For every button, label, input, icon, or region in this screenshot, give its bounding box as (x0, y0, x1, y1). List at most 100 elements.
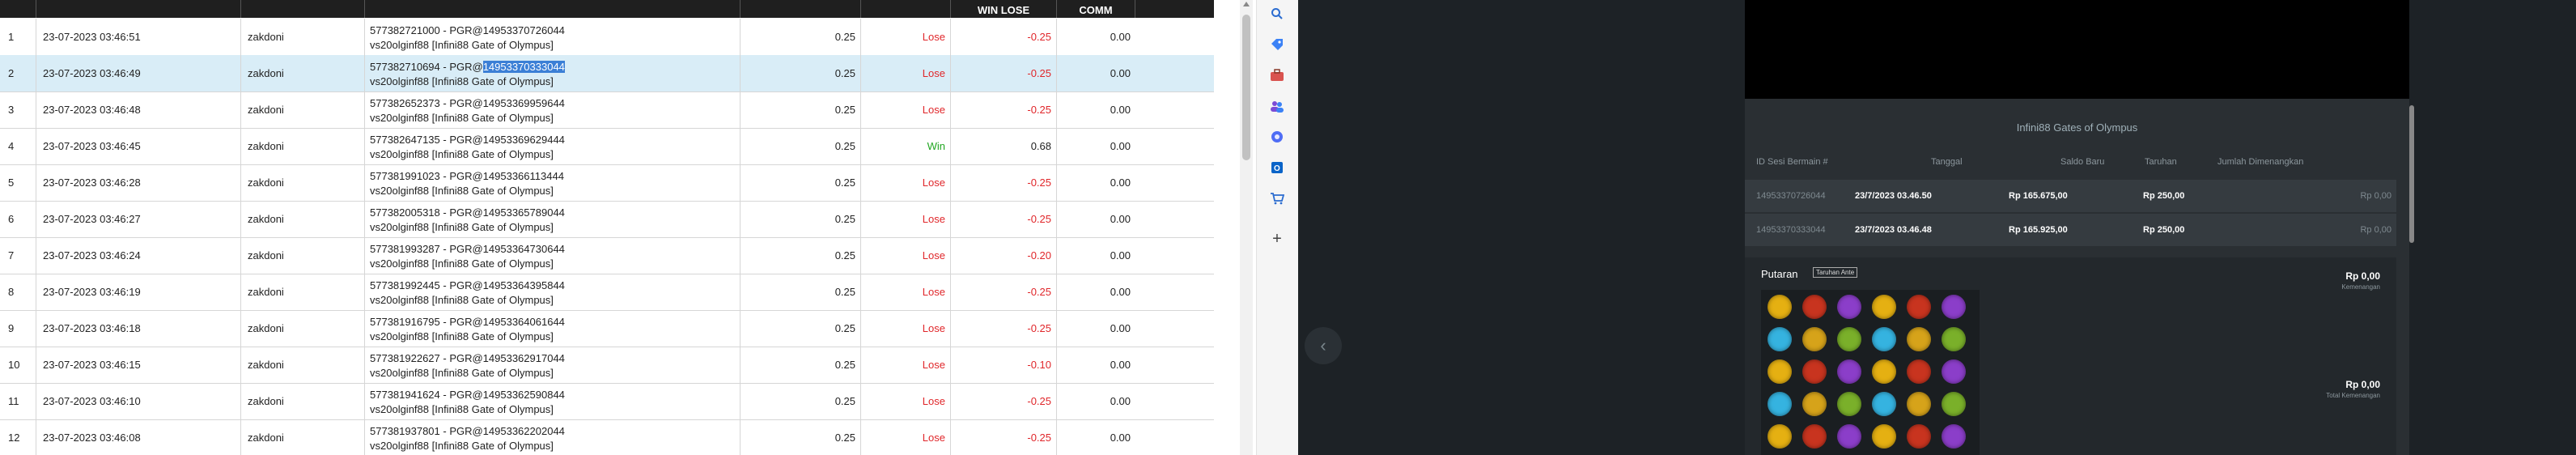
briefcase-icon[interactable] (1268, 66, 1286, 84)
total-win-amount: Rp 0,00 (2345, 379, 2380, 390)
bet-amount: 0.25 (741, 383, 861, 419)
bet-date: 23-07-2023 03:46:15 (36, 347, 241, 383)
scroll-thumb[interactable] (1242, 15, 1250, 160)
bet-result: Lose (861, 91, 951, 128)
reel-symbol (1907, 424, 1931, 449)
session-date: 23/7/2023 03.46.48 (1855, 225, 1932, 235)
session-row[interactable]: 14953370333044 23/7/2023 03.46.48 Rp 165… (1745, 214, 2396, 246)
game-name: vs20olginf88 [Infini88 Gate of Olympus] (370, 221, 554, 233)
people-icon[interactable] (1268, 97, 1286, 115)
table-row[interactable]: 4 23-07-2023 03:46:45 zakdoni 577382647135 … (0, 128, 1214, 165)
panel-scrollbar[interactable] (2409, 105, 2414, 243)
puzzle-icon[interactable] (1268, 128, 1286, 146)
win-lose-value: -0.25 (951, 201, 1057, 237)
table-row[interactable]: 1 23-07-2023 03:46:51 zakdoni 577382721000 … (0, 19, 1214, 56)
round-label: Putaran (1761, 268, 1798, 280)
chevron-left-icon[interactable]: ‹ (1305, 327, 1342, 364)
table-row[interactable]: 2 23-07-2023 03:46:49 zakdoni 577382710694 … (0, 55, 1214, 92)
reel-grid (1761, 290, 1980, 455)
reel-symbol (1837, 359, 1861, 384)
bet-description: 577381937801 - PGR@14953362202044 vs20olg… (365, 419, 741, 455)
win-lose-value: -0.25 (951, 310, 1057, 347)
bet-result: Lose (861, 19, 951, 55)
bet-description: 577382652373 - PGR@14953369959644 vs20olg… (365, 91, 741, 128)
win-lose-value: -0.20 (951, 237, 1057, 274)
game-name: vs20olginf88 [Infini88 Gate of Olympus] (370, 75, 554, 87)
reel-symbol (1907, 295, 1931, 319)
search-icon[interactable] (1268, 5, 1286, 23)
commission-value: 0.00 (1110, 104, 1131, 116)
game-name: vs20olginf88 [Infini88 Gate of Olympus] (370, 330, 554, 342)
win-amount: Rp 0,00 (2345, 270, 2380, 282)
table-scrollbar[interactable] (1240, 0, 1253, 455)
table-row[interactable]: 7 23-07-2023 03:46:24 zakdoni 577381993287 … (0, 237, 1214, 274)
win-lose-value: -0.25 (951, 274, 1057, 310)
table-row[interactable]: 8 23-07-2023 03:46:19 zakdoni 577381992445 … (0, 274, 1214, 311)
bet-date: 23-07-2023 03:46:19 (36, 274, 241, 310)
selected-text: 14953370333044 (482, 61, 565, 73)
transaction-id: 577381991023 - PGR@14953366113444 (370, 170, 564, 182)
col-balance: Saldo Baru (2060, 157, 2105, 167)
session-row[interactable]: 14953370726044 23/7/2023 03.46.50 Rp 165… (1745, 180, 2396, 212)
username: zakdoni (241, 201, 365, 237)
win-lose-value: -0.25 (951, 383, 1057, 419)
outlook-icon[interactable]: O (1268, 159, 1286, 176)
username: zakdoni (241, 91, 365, 128)
row-number: 8 (0, 274, 36, 310)
game-name: vs20olginf88 [Infini88 Gate of Olympus] (370, 39, 554, 51)
reel-symbol (1768, 359, 1792, 384)
transaction-id: 577381922627 - PGR@14953362917044 (370, 352, 565, 364)
game-name: vs20olginf88 [Infini88 Gate of Olympus] (370, 403, 554, 415)
reel-symbol (1942, 327, 1966, 351)
table-row[interactable]: 11 23-07-2023 03:46:10 zakdoni 577381941624… (0, 383, 1214, 420)
reel-symbol (1768, 327, 1792, 351)
reel-symbol (1872, 392, 1896, 416)
game-history-panel: Infini88 Gates of Olympus ID Sesi Bermai… (1745, 99, 2409, 455)
table-row[interactable]: 6 23-07-2023 03:46:27 zakdoni 577382005318 … (0, 201, 1214, 238)
bet-amount: 0.25 (741, 347, 861, 383)
table-row[interactable]: 9 23-07-2023 03:46:18 zakdoni 577381916795 … (0, 310, 1214, 347)
game-replay-viewer: ‹ Infini88 Gates of Olympus ID Sesi Berm… (1298, 0, 2576, 455)
plus-icon[interactable]: + (1268, 230, 1286, 248)
table-row[interactable]: 5 23-07-2023 03:46:28 zakdoni 577381991023 … (0, 164, 1214, 202)
video-area (1745, 0, 2409, 99)
header-win-lose: WIN LOSE (951, 0, 1057, 18)
reel-symbol (1837, 327, 1861, 351)
commission-value: 0.00 (1110, 31, 1131, 43)
username: zakdoni (241, 310, 365, 347)
table-row[interactable]: 12 23-07-2023 03:46:08 zakdoni 577381937801… (0, 419, 1214, 455)
round-detail: Putaran Taruhan Ante Rp 0,00 Kemenangan … (1745, 257, 2396, 455)
cart-icon[interactable] (1268, 189, 1286, 207)
username: zakdoni (241, 164, 365, 201)
session-id: 14953370726044 (1756, 191, 1826, 201)
table-row[interactable]: 10 23-07-2023 03:46:15 zakdoni 577381922627… (0, 347, 1214, 384)
commission-value: 0.00 (1110, 249, 1131, 262)
row-number: 2 (0, 55, 36, 91)
bet-description: 577382647135 - PGR@14953369629444 vs20olg… (365, 128, 741, 164)
bet-date: 23-07-2023 03:46:10 (36, 383, 241, 419)
table-row[interactable]: 3 23-07-2023 03:46:48 zakdoni 577382652373 … (0, 91, 1214, 129)
reel-symbol (1907, 392, 1931, 416)
reel-symbol (1837, 295, 1861, 319)
row-number: 1 (0, 19, 36, 55)
reel-symbol (1837, 424, 1861, 449)
transaction-id: 577382710694 - PGR@ (370, 61, 483, 73)
table-header: WIN LOSE COMM (0, 0, 1214, 18)
bet-result: Lose (861, 237, 951, 274)
bet-date: 23-07-2023 03:46:48 (36, 91, 241, 128)
scroll-up-icon[interactable] (1243, 2, 1250, 6)
tag-icon[interactable] (1268, 36, 1286, 53)
session-won: Rp 0,00 (2360, 225, 2391, 235)
game-name: vs20olginf88 [Infini88 Gate of Olympus] (370, 440, 554, 452)
row-number: 11 (0, 383, 36, 419)
bet-description: 577382721000 - PGR@14953370726044 vs20olg… (365, 19, 741, 55)
reel-symbol (1942, 392, 1966, 416)
transaction-id: 577381916795 - PGR@14953364061644 (370, 316, 565, 328)
reel-symbol (1872, 295, 1896, 319)
reel-symbol (1802, 392, 1827, 416)
game-title: Infini88 Gates of Olympus (2016, 121, 2138, 134)
game-name: vs20olginf88 [Infini88 Gate of Olympus] (370, 112, 554, 124)
bet-amount: 0.25 (741, 164, 861, 201)
commission-value: 0.00 (1110, 432, 1131, 444)
bet-description: 577381916795 - PGR@14953364061644 vs20olg… (365, 310, 741, 347)
